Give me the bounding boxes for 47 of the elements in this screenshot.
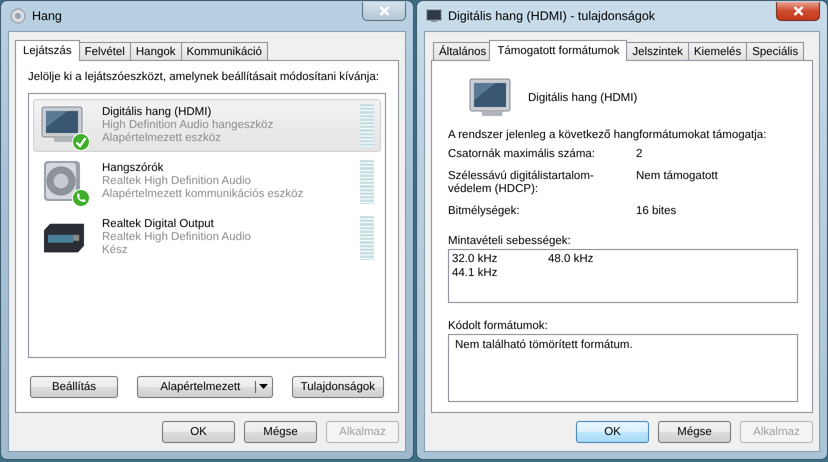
group-label: Kódolt formátumok:: [448, 320, 549, 332]
close-icon: [792, 6, 804, 16]
level-meter: [360, 216, 374, 260]
property-label: Csatornák maximális száma:: [448, 148, 596, 161]
tab[interactable]: Támogatott formátumok: [489, 40, 628, 61]
property-label: Szélessávú digitálistartalom-védelem (HDCP):: [448, 170, 595, 196]
format-text: Nem található tömörített formátum.: [455, 339, 634, 351]
tab[interactable]: Kiemelés: [688, 42, 748, 60]
instruction-text: Jelölje ki a lejátszóeszközt, amelynek beállításait módosítani kívánja:: [28, 71, 380, 83]
close-button[interactable]: [776, 2, 820, 21]
property-value: 16 bites: [636, 205, 678, 218]
device-item[interactable]: Digitális hang (HDMI) High Definition Audio hangeszköz Alapértelmezett eszköz: [33, 99, 381, 152]
group-label: Mintavételi sebességek:: [448, 235, 572, 247]
dialog-button[interactable]: Mégse: [658, 421, 731, 443]
device-status: Alapértelmezett eszköz: [102, 132, 222, 145]
device-driver: Realtek High Definition Audio: [102, 175, 252, 188]
device-driver: Realtek High Definition Audio: [102, 231, 252, 244]
monitor-icon: [426, 9, 442, 23]
window-title: Digitális hang (HDMI) - tulajdonságok: [448, 9, 656, 23]
device-status: Kész: [102, 244, 129, 257]
sample-rate: 32.0 kHz: [452, 253, 498, 267]
property-value: 2: [636, 148, 644, 161]
device-name: Digitális hang (HDMI): [102, 106, 212, 119]
sample-rate: 44.1 kHz: [452, 267, 498, 281]
close-icon: [378, 6, 390, 16]
device-item[interactable]: Realtek Digital Output Realtek High Definition Audio Kész: [33, 211, 381, 264]
level-meter: [360, 160, 374, 204]
tab[interactable]: Jelszintek: [626, 42, 689, 60]
device-name: Realtek Digital Output: [102, 218, 215, 231]
property-value: Nem támogatott: [636, 170, 719, 184]
device-status: Alapértelmezett kommunikációs eszköz: [102, 188, 304, 201]
device-name: Hangszórók: [102, 162, 164, 175]
caret-icon: [258, 384, 268, 390]
split-button[interactable]: Alapértelmezett: [136, 376, 273, 398]
device-button[interactable]: Tulajdonságok: [292, 376, 384, 398]
device-item[interactable]: Hangszórók Realtek High Definition Audio Alapértelmezett kommunikációs eszköz: [33, 155, 381, 208]
sample-rate: 48.0 kHz: [548, 253, 594, 267]
intro-text: A rendszer jelenleg a következő hangformátumokat támogatja:: [448, 129, 768, 141]
device-driver: High Definition Audio hangeszköz: [102, 119, 274, 132]
device-button[interactable]: Beállítás: [30, 376, 118, 398]
speaker-icon: [10, 8, 26, 24]
level-meter: [360, 104, 374, 148]
dialog-button[interactable]: OK: [576, 421, 649, 443]
device-name: Digitális hang (HDMI): [528, 92, 638, 104]
property-label: Bitmélységek:: [448, 205, 521, 218]
window-title: Hang: [32, 9, 63, 23]
tab[interactable]: Speciális: [746, 42, 804, 60]
